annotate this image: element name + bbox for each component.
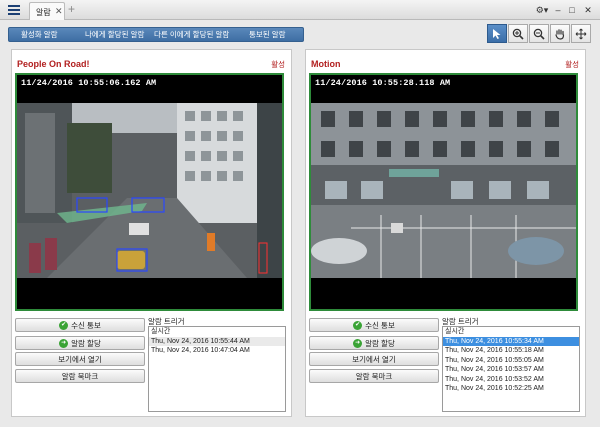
tab-active-alarms[interactable]: 활성화 알람 (21, 28, 58, 41)
maximize-icon[interactable]: □ (566, 3, 578, 17)
tab-notified-alarms[interactable]: 통보된 알람 (249, 28, 286, 41)
trigger-item-live[interactable]: 실시간 (443, 327, 579, 337)
trigger-item[interactable]: Thu, Nov 24, 2016 10:52:25 AM (443, 384, 579, 394)
add-tab-icon[interactable]: + (68, 3, 75, 15)
acknowledge-label: 수신 통보 (365, 320, 395, 330)
open-in-view-label: 보기에서 열기 (352, 354, 396, 364)
tab-alarm[interactable]: 알람 ✕ (29, 2, 65, 20)
menu-icon[interactable] (4, 2, 24, 18)
trigger-item[interactable]: Thu, Nov 24, 2016 10:55:18 AM (443, 346, 579, 356)
tab-label: 알람 (36, 8, 51, 17)
parking-camera-image (311, 103, 576, 278)
trigger-item[interactable]: Thu, Nov 24, 2016 10:53:52 AM (443, 375, 579, 385)
acknowledge-button[interactable]: ✔ 수신 통보 (15, 318, 145, 332)
bookmark-alarm-label: 알람 북마크 (355, 371, 393, 381)
open-in-view-button[interactable]: 보기에서 열기 (309, 352, 439, 366)
zoom-in-tool-button[interactable] (508, 24, 528, 43)
trigger-item[interactable]: Thu, Nov 24, 2016 10:55:34 AM (443, 336, 579, 346)
alarm-panel-people-on-road: People On Road! 활성 11/24/2016 10:55:06.1… (11, 49, 292, 417)
zoom-out-tool-button[interactable] (529, 24, 549, 43)
panel-title: People On Road! (17, 59, 90, 69)
pointer-tool-button[interactable] (487, 24, 507, 43)
title-bar: 알람 ✕ + ⚙▾ – □ ✕ (0, 0, 600, 20)
trigger-item-live[interactable]: 실시간 (149, 327, 285, 337)
panel-title: Motion (311, 59, 341, 69)
acknowledge-label: 수신 통보 (71, 320, 101, 330)
open-in-view-label: 보기에서 열기 (58, 354, 102, 364)
move-tool-button[interactable] (571, 24, 591, 43)
assign-alarm-button[interactable]: ➜ 알람 할당 (309, 336, 439, 350)
trigger-item[interactable]: Thu, Nov 24, 2016 10:47:04 AM (149, 346, 285, 356)
settings-icon[interactable]: ⚙▾ (534, 3, 550, 17)
zoom-in-icon (512, 28, 524, 40)
assign-alarm-label: 알람 할당 (71, 338, 101, 348)
bookmark-alarm-button[interactable]: 알람 북마크 (15, 369, 145, 383)
street-camera-image (17, 103, 282, 278)
check-icon: ✔ (353, 320, 363, 330)
trigger-list[interactable]: 실시간 Thu, Nov 24, 2016 10:55:44 AM Thu, Nov… (148, 326, 286, 412)
zoom-out-icon (533, 28, 545, 40)
pointer-icon (493, 28, 501, 39)
trigger-item[interactable]: Thu, Nov 24, 2016 10:53:57 AM (443, 365, 579, 375)
assign-alarm-label: 알람 할당 (365, 338, 395, 348)
arrow-right-icon: ➜ (353, 338, 363, 348)
alarm-panel-motion: Motion 활성 11/24/2016 10:55:28.118 AM ✔ 수… (305, 49, 586, 417)
bookmark-alarm-label: 알람 북마크 (61, 371, 99, 381)
camera-video-frame[interactable]: 11/24/2016 10:55:06.162 AM (15, 73, 284, 311)
status-badge: 활성 (565, 60, 579, 69)
check-icon: ✔ (59, 320, 69, 330)
trigger-list[interactable]: 실시간 Thu, Nov 24, 2016 10:55:34 AM Thu, Nov… (442, 326, 580, 412)
arrow-right-icon: ➜ (59, 338, 69, 348)
video-timestamp: 11/24/2016 10:55:06.162 AM (21, 78, 157, 88)
assign-alarm-button[interactable]: ➜ 알람 할당 (15, 336, 145, 350)
tab-assigned-to-me[interactable]: 나에게 할당된 알람 (85, 28, 144, 41)
alarm-filter-tabs: 활성화 알람 나에게 할당된 알람 다른 이에게 할당된 알람 통보된 알람 (8, 27, 304, 42)
tab-assigned-to-others[interactable]: 다른 이에게 할당된 알람 (154, 28, 229, 41)
status-badge: 활성 (271, 60, 285, 69)
bookmark-alarm-button[interactable]: 알람 북마크 (309, 369, 439, 383)
trigger-item[interactable]: Thu, Nov 24, 2016 10:55:44 AM (149, 336, 285, 346)
close-icon[interactable]: ✕ (582, 3, 594, 17)
camera-video-frame[interactable]: 11/24/2016 10:55:28.118 AM (309, 73, 578, 311)
move-icon (575, 28, 587, 39)
trigger-item[interactable]: Thu, Nov 24, 2016 10:55:05 AM (443, 356, 579, 366)
hand-icon (555, 28, 565, 40)
video-timestamp: 11/24/2016 10:55:28.118 AM (315, 78, 451, 88)
pan-tool-button[interactable] (550, 24, 570, 43)
acknowledge-button[interactable]: ✔ 수신 통보 (309, 318, 439, 332)
tab-close-icon[interactable]: ✕ (55, 6, 63, 17)
minimize-icon[interactable]: – (552, 3, 564, 17)
open-in-view-button[interactable]: 보기에서 열기 (15, 352, 145, 366)
